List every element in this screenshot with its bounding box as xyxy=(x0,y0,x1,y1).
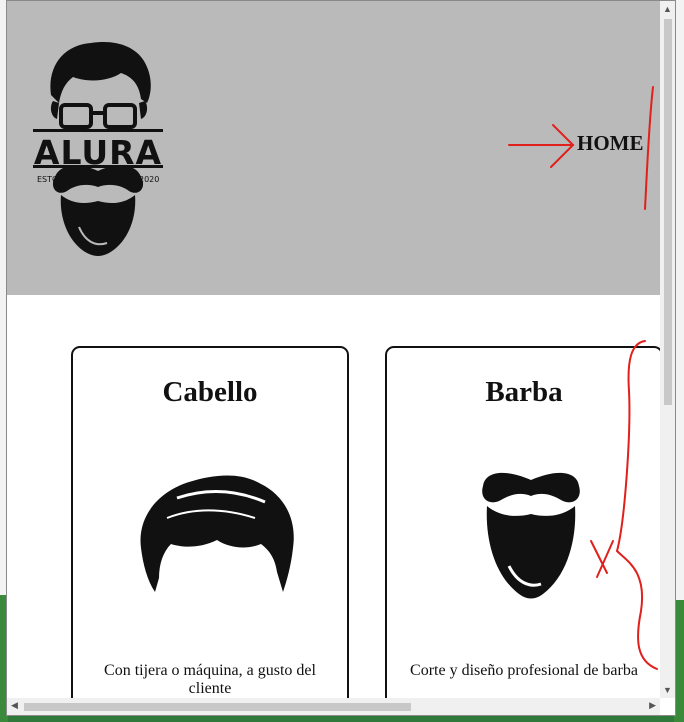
service-description: Con tijera o máquina, a gusto del client… xyxy=(104,662,316,697)
nav-home-link[interactable]: HOME xyxy=(577,131,644,156)
vertical-scroll-thumb[interactable] xyxy=(664,19,672,405)
service-card-barba: Barba Corte y diseño profesional de barb… xyxy=(385,346,660,698)
hair-icon xyxy=(140,475,294,592)
scroll-right-arrow-icon[interactable]: ▶ xyxy=(649,700,656,711)
horizontal-scroll-thumb[interactable] xyxy=(24,703,411,711)
page-viewport: ALURA ESTO 2020 HOME Cabello Con tijera … xyxy=(7,1,660,698)
scroll-up-arrow-icon[interactable]: ▲ xyxy=(663,4,672,14)
logo-est-left: ESTO xyxy=(37,175,59,184)
service-title: Cabello xyxy=(162,376,258,408)
horizontal-scrollbar[interactable]: ◀ ▶ xyxy=(7,698,660,715)
alura-logo[interactable]: ALURA ESTO 2020 xyxy=(29,37,167,259)
logo-est-right: 2020 xyxy=(139,175,160,184)
vertical-scrollbar[interactable]: ▲ ▼ xyxy=(660,1,675,698)
site-header: ALURA ESTO 2020 HOME xyxy=(7,1,660,295)
scroll-left-arrow-icon[interactable]: ◀ xyxy=(11,700,18,711)
scroll-down-arrow-icon[interactable]: ▼ xyxy=(663,685,672,695)
service-title: Barba xyxy=(485,376,563,408)
beard-icon xyxy=(482,472,580,599)
browser-window: ALURA ESTO 2020 HOME Cabello Con tijera … xyxy=(6,0,676,716)
logo-brand-text: ALURA xyxy=(33,133,163,172)
service-card-cabello: Cabello Con tijera o máquina, a gusto de… xyxy=(71,346,349,698)
service-description: Corte y diseño profesional de barba xyxy=(410,662,638,679)
